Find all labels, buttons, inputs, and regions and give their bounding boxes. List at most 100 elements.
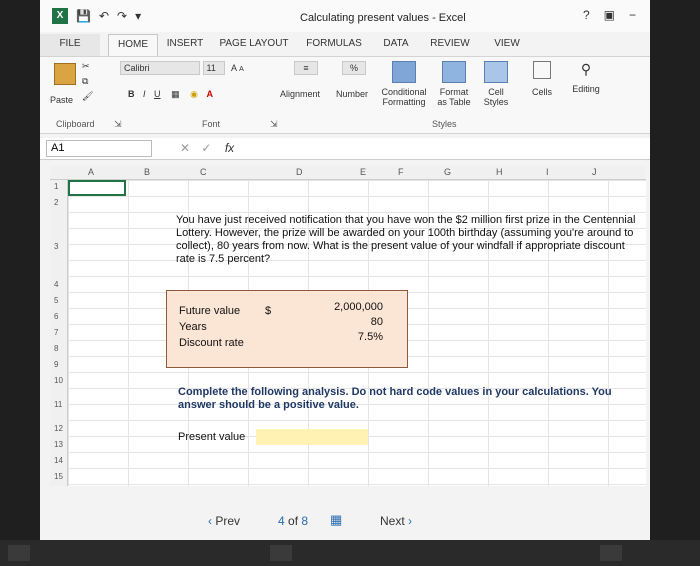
prev-label: Prev	[215, 514, 241, 528]
enter-icon[interactable]: ✓	[201, 141, 211, 155]
insert-function-button[interactable]: fx	[225, 141, 234, 155]
alignment-button[interactable]: Alignment	[280, 89, 320, 99]
row-header[interactable]: 10	[54, 376, 63, 385]
cells-icon	[533, 61, 551, 79]
tab-view[interactable]: VIEW	[480, 34, 534, 56]
years-cell[interactable]: 80	[371, 316, 383, 328]
row-header[interactable]: 2	[54, 198, 58, 207]
row-header[interactable]: 5	[54, 296, 58, 305]
page-grid-icon[interactable]: ▦	[330, 512, 342, 528]
fill-color-icon[interactable]: ◉	[190, 89, 198, 99]
next-label: Next	[380, 514, 405, 528]
cancel-icon[interactable]: ✕	[180, 141, 190, 155]
borders-icon[interactable]: ▦	[171, 89, 180, 99]
italic-button[interactable]: I	[143, 89, 146, 99]
column-header[interactable]: H	[496, 167, 503, 177]
worksheet[interactable]: A B C D E F G H I J 1 2 3 4 5 6 7 8 9 10…	[50, 166, 646, 486]
tab-data[interactable]: DATA	[372, 34, 420, 56]
minimize-button[interactable]: −	[629, 8, 636, 22]
present-value-cell[interactable]	[256, 429, 368, 445]
column-header[interactable]: E	[360, 167, 366, 177]
column-header[interactable]: C	[200, 167, 207, 177]
next-button[interactable]: Next ›	[380, 514, 412, 528]
column-header[interactable]: I	[546, 167, 549, 177]
ribbon-display-icon[interactable]: ▣	[604, 8, 615, 22]
number-group: % Number	[336, 61, 368, 99]
tab-home[interactable]: HOME	[108, 34, 158, 56]
row-header[interactable]: 13	[54, 440, 63, 449]
tab-formulas[interactable]: FORMULAS	[296, 34, 372, 56]
row-header[interactable]: 4	[54, 280, 58, 289]
column-header[interactable]: A	[88, 167, 94, 177]
save-icon[interactable]: 💾	[76, 9, 91, 23]
alignment-icon[interactable]: ≡	[294, 61, 318, 75]
row-header[interactable]: 11	[54, 400, 62, 409]
row-header[interactable]: 3	[54, 242, 58, 251]
window-title: Calculating present values - Excel	[300, 12, 466, 24]
font-name-select[interactable]: Calibri	[120, 61, 200, 75]
column-header[interactable]: B	[144, 167, 150, 177]
future-value-cell[interactable]: 2,000,000	[334, 301, 383, 313]
clipboard-tools: ✂ ⧉ 🖌	[82, 61, 93, 102]
cut-icon[interactable]: ✂	[82, 61, 93, 72]
format-painter-icon[interactable]: 🖌	[82, 91, 93, 102]
name-box[interactable]: A1	[46, 140, 152, 157]
tab-insert[interactable]: INSERT	[158, 34, 212, 56]
tab-review[interactable]: REVIEW	[420, 34, 480, 56]
cells-group[interactable]: Cells	[524, 61, 560, 97]
customize-qat-icon[interactable]: ▾	[135, 9, 141, 23]
paste-icon[interactable]	[54, 63, 76, 85]
column-headers: A B C D E F G H I J	[50, 166, 646, 180]
row-header[interactable]: 14	[54, 456, 63, 465]
discount-rate-cell[interactable]: 7.5%	[358, 331, 383, 343]
row-header[interactable]: 12	[54, 424, 63, 433]
help-button[interactable]: ?	[583, 8, 590, 22]
taskbar-app-icon[interactable]	[270, 545, 292, 561]
taskbar	[0, 540, 700, 566]
row-header[interactable]: 7	[54, 328, 58, 337]
active-cell[interactable]	[68, 180, 126, 196]
column-header[interactable]: D	[296, 167, 303, 177]
conditional-formatting[interactable]: Conditional Formatting	[376, 61, 432, 107]
column-header[interactable]: G	[444, 167, 451, 177]
row-header[interactable]: 15	[54, 472, 63, 481]
taskbar-app-icon[interactable]	[8, 545, 30, 561]
copy-icon[interactable]: ⧉	[82, 76, 93, 87]
redo-icon[interactable]: ↷	[117, 9, 127, 23]
font-size-select[interactable]: 11	[202, 61, 225, 75]
tab-page-layout[interactable]: PAGE LAYOUT	[212, 34, 296, 56]
total-pages: 8	[301, 514, 309, 528]
row-header[interactable]: 6	[54, 312, 58, 321]
font-color-icon[interactable]: A	[206, 89, 213, 99]
cell-styles-label: Cell Styles	[483, 87, 509, 107]
undo-icon[interactable]: ↶	[99, 9, 109, 23]
editing-group[interactable]: ⚲ Editing	[564, 61, 608, 94]
formula-bar: A1 ✕ ✓ fx	[40, 138, 650, 160]
number-button[interactable]: Number	[336, 89, 368, 99]
discount-rate-label: Discount rate	[179, 337, 244, 349]
cell-styles[interactable]: Cell Styles	[476, 61, 516, 107]
column-header[interactable]: J	[592, 167, 597, 177]
column-header[interactable]: F	[398, 167, 404, 177]
row-header[interactable]: 9	[54, 360, 58, 369]
row-header[interactable]: 1	[54, 182, 58, 191]
grow-font-button[interactable]: A	[231, 63, 237, 73]
percent-icon[interactable]: %	[342, 61, 366, 75]
clipboard-group: Paste	[50, 61, 76, 105]
underline-button[interactable]: U	[154, 89, 161, 99]
clipboard-launcher-icon[interactable]: ⇲	[114, 119, 122, 130]
quick-access-toolbar: X 💾 ↶ ↷ ▾	[52, 8, 141, 24]
bold-button[interactable]: B	[128, 89, 135, 99]
row-header[interactable]: 8	[54, 344, 58, 353]
paste-button[interactable]: Paste	[50, 95, 76, 105]
shrink-font-button[interactable]: A	[239, 66, 244, 73]
styles-group-label: Styles	[432, 119, 457, 129]
format-as-table[interactable]: Format as Table	[434, 61, 474, 107]
taskbar-app-icon[interactable]	[600, 545, 622, 561]
title-bar: X 💾 ↶ ↷ ▾ Calculating present values - E…	[40, 0, 650, 32]
font-launcher-icon[interactable]: ⇲	[270, 119, 278, 130]
tab-file[interactable]: FILE	[40, 34, 100, 56]
prev-button[interactable]: ‹ Prev	[208, 514, 240, 528]
cell-styles-icon	[484, 61, 508, 83]
editing-label: Editing	[572, 84, 600, 94]
